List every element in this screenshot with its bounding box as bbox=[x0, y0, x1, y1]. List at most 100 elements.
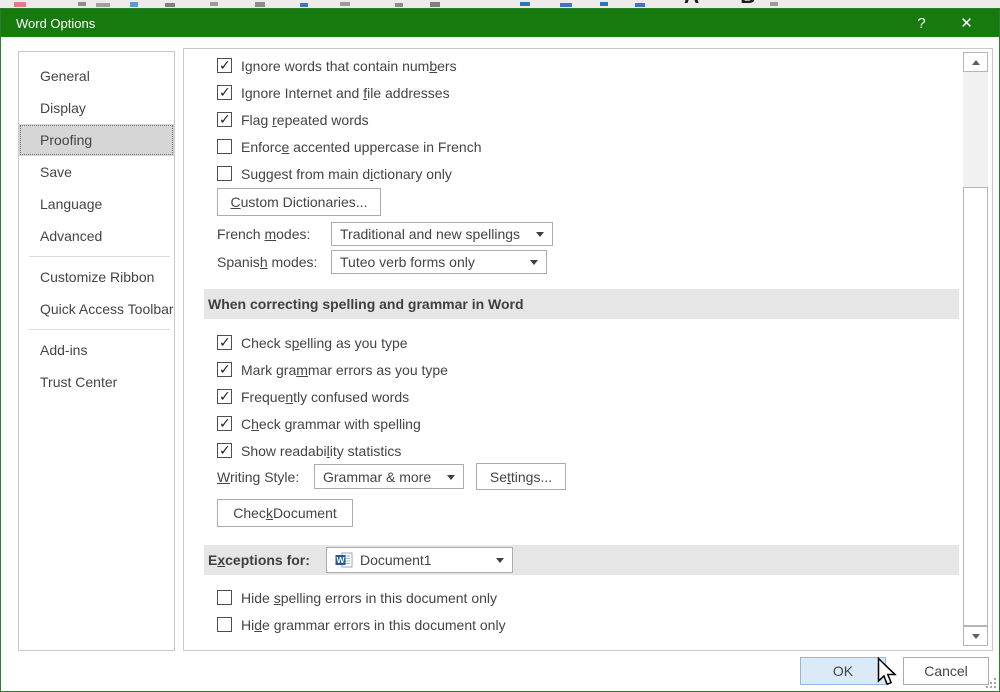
ribbon-fragment bbox=[300, 3, 308, 7]
custom-dictionaries-button[interactable]: Custom Dictionaries... bbox=[217, 188, 381, 216]
ribbon-fragment bbox=[430, 2, 440, 7]
dropdown-value: Traditional and new spellings bbox=[340, 226, 520, 242]
french-modes-dropdown[interactable]: Traditional and new spellings bbox=[331, 222, 553, 246]
checkbox-row-hide-grammar-errors[interactable]: Hide grammar errors in this document onl… bbox=[217, 611, 506, 638]
dropdown-value: Tuteo verb forms only bbox=[340, 254, 475, 270]
sidebar-item-proofing[interactable]: Proofing bbox=[19, 124, 174, 156]
scroll-up-button[interactable] bbox=[963, 52, 988, 72]
ribbon-fragment bbox=[520, 2, 530, 6]
chevron-down-icon bbox=[536, 232, 544, 237]
checkbox-label: Hide grammar errors in this document onl… bbox=[241, 617, 506, 633]
checkbox bbox=[217, 362, 232, 377]
sidebar-item-trust-center[interactable]: Trust Center bbox=[19, 366, 174, 398]
checkbox-row-mark-grammar[interactable]: Mark grammar errors as you type bbox=[217, 356, 448, 383]
ribbon-fragment bbox=[560, 3, 572, 7]
checkbox-label: Show readability statistics bbox=[241, 443, 401, 459]
sidebar-item-language[interactable]: Language bbox=[19, 188, 174, 220]
section-header-correcting: When correcting spelling and grammar in … bbox=[204, 289, 959, 319]
checkbox bbox=[217, 389, 232, 404]
sidebar-item-quick-access-toolbar[interactable]: Quick Access Toolbar bbox=[19, 293, 174, 325]
ribbon-text-fragment: A B bbox=[684, 0, 773, 8]
ribbon-strip: A B bbox=[0, 0, 1000, 8]
checkbox-row-readability-statistics[interactable]: Show readability statistics bbox=[217, 437, 448, 464]
ribbon-fragment bbox=[130, 2, 138, 7]
ribbon-fragment bbox=[600, 2, 608, 6]
chevron-down-icon bbox=[496, 558, 504, 563]
spelling-options-group: Check spelling as you type Mark grammar … bbox=[217, 329, 448, 464]
dialog-titlebar: Word Options ? ✕ bbox=[1, 9, 999, 37]
sidebar-nav: General Display Proofing Save Language A… bbox=[18, 51, 175, 651]
checkbox-label: Ignore Internet and file addresses bbox=[241, 85, 450, 101]
cancel-button[interactable]: Cancel bbox=[903, 657, 989, 685]
exceptions-document-dropdown[interactable]: W Document1 bbox=[326, 547, 513, 573]
exceptions-bar: Exceptions for: W Document1 bbox=[204, 545, 959, 575]
checkbox-row-ignore-numbers[interactable]: Ignore words that contain numbers bbox=[217, 52, 482, 79]
checkbox bbox=[217, 335, 232, 350]
spanish-modes-label: Spanish modes: bbox=[217, 254, 317, 270]
exceptions-label: Exceptions for: bbox=[208, 552, 310, 568]
writing-style-dropdown[interactable]: Grammar & more bbox=[314, 464, 464, 489]
dialog-title: Word Options bbox=[1, 16, 899, 31]
checkbox-label: Enforce accented uppercase in French bbox=[241, 139, 482, 155]
french-modes-label: French modes: bbox=[217, 226, 310, 242]
mouse-cursor bbox=[874, 657, 898, 687]
sidebar-item-display[interactable]: Display bbox=[19, 92, 174, 124]
triangle-down-icon bbox=[972, 634, 980, 639]
ribbon-fragment bbox=[340, 2, 350, 6]
checkbox bbox=[217, 443, 232, 458]
sidebar-item-add-ins[interactable]: Add-ins bbox=[19, 334, 174, 366]
ribbon-fragment bbox=[395, 3, 403, 7]
checkbox bbox=[217, 416, 232, 431]
sidebar-divider bbox=[29, 256, 170, 257]
checkbox-row-check-spelling[interactable]: Check spelling as you type bbox=[217, 329, 448, 356]
ribbon-fragment bbox=[255, 2, 265, 7]
sidebar-item-advanced[interactable]: Advanced bbox=[19, 220, 174, 252]
ribbon-fragment bbox=[14, 2, 26, 7]
dropdown-value: Grammar & more bbox=[323, 469, 431, 485]
checkbox bbox=[217, 617, 232, 632]
scroll-down-button[interactable] bbox=[963, 626, 988, 646]
checkbox bbox=[217, 85, 232, 100]
checkbox bbox=[217, 112, 232, 127]
checkbox-label: Flag repeated words bbox=[241, 112, 369, 128]
checkbox-row-hide-spelling-errors[interactable]: Hide spelling errors in this document on… bbox=[217, 584, 506, 611]
checkbox-row-frequently-confused[interactable]: Frequently confused words bbox=[217, 383, 448, 410]
checkbox-label: Suggest from main dictionary only bbox=[241, 166, 452, 182]
sidebar-item-general[interactable]: General bbox=[19, 60, 174, 92]
ribbon-fragment bbox=[770, 2, 778, 6]
word-document-icon: W bbox=[335, 552, 353, 568]
checkbox-row-flag-repeated[interactable]: Flag repeated words bbox=[217, 106, 482, 133]
settings-button[interactable]: Settings... bbox=[476, 463, 566, 490]
checkbox bbox=[217, 166, 232, 181]
checkbox-label: Frequently confused words bbox=[241, 389, 409, 405]
checkbox bbox=[217, 58, 232, 73]
help-button[interactable]: ? bbox=[899, 9, 944, 37]
vertical-scrollbar[interactable] bbox=[963, 52, 988, 646]
ribbon-fragment bbox=[78, 2, 86, 6]
check-document-button[interactable]: Check Document bbox=[217, 499, 353, 527]
svg-text:W: W bbox=[336, 555, 345, 565]
sidebar-divider bbox=[29, 329, 170, 330]
checkbox-row-enforce-accented[interactable]: Enforce accented uppercase in French bbox=[217, 133, 482, 160]
checkbox-label: Mark grammar errors as you type bbox=[241, 362, 448, 378]
checkbox bbox=[217, 139, 232, 154]
sidebar-item-customize-ribbon[interactable]: Customize Ribbon bbox=[19, 261, 174, 293]
ribbon-fragment bbox=[635, 3, 645, 7]
checkbox-label: Check grammar with spelling bbox=[241, 416, 421, 432]
proofing-panel: Ignore words that contain numbers Ignore… bbox=[183, 48, 993, 651]
resize-grip[interactable] bbox=[986, 678, 997, 689]
checkbox-row-ignore-internet[interactable]: Ignore Internet and file addresses bbox=[217, 79, 482, 106]
checkbox-row-suggest-main-dictionary[interactable]: Suggest from main dictionary only bbox=[217, 160, 482, 187]
checkbox-label: Hide spelling errors in this document on… bbox=[241, 590, 497, 606]
ignore-options-group: Ignore words that contain numbers Ignore… bbox=[217, 52, 482, 187]
scrollbar-thumb[interactable] bbox=[963, 187, 988, 626]
spanish-modes-dropdown[interactable]: Tuteo verb forms only bbox=[331, 250, 547, 274]
checkbox bbox=[217, 590, 232, 605]
chevron-down-icon bbox=[447, 475, 455, 480]
ribbon-fragment bbox=[210, 2, 218, 6]
sidebar-item-save[interactable]: Save bbox=[19, 156, 174, 188]
close-button[interactable]: ✕ bbox=[944, 9, 989, 37]
exception-options-group: Hide spelling errors in this document on… bbox=[217, 584, 506, 638]
checkbox-row-check-grammar[interactable]: Check grammar with spelling bbox=[217, 410, 448, 437]
ribbon-fragment bbox=[96, 3, 110, 7]
